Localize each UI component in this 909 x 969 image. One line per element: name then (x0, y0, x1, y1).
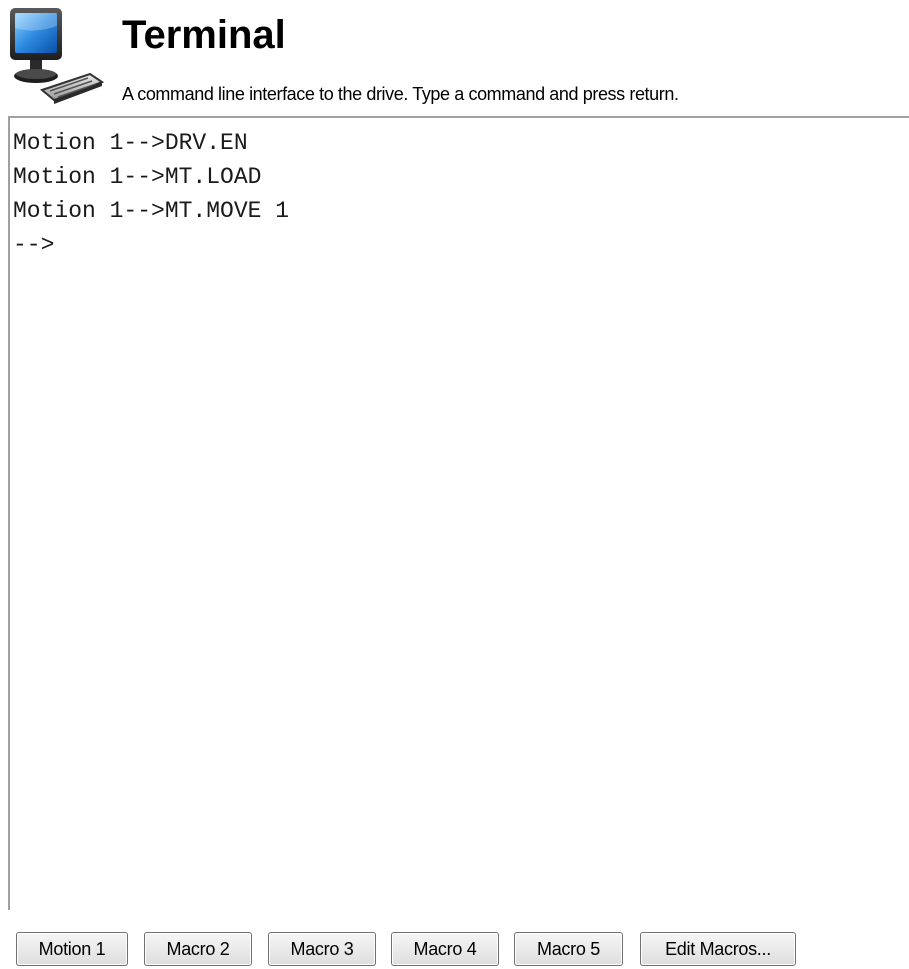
edit-macros-button[interactable]: Edit Macros... (640, 932, 796, 966)
motion-1-button[interactable]: Motion 1 (16, 932, 128, 966)
terminal-prompt[interactable]: --> (13, 228, 909, 262)
terminal-line: Motion 1-->MT.MOVE 1 (13, 198, 290, 224)
terminal-output[interactable]: Motion 1-->DRV.EN Motion 1-->MT.LOAD Mot… (8, 116, 909, 910)
macro-2-button[interactable]: Macro 2 (144, 932, 252, 966)
terminal-computer-icon (10, 8, 105, 104)
terminal-line: Motion 1-->DRV.EN (13, 130, 248, 156)
header: Terminal A command line interface to the… (0, 0, 909, 116)
page-title: Terminal (122, 13, 286, 57)
macro-5-button[interactable]: Macro 5 (514, 932, 623, 966)
page-subtitle: A command line interface to the drive. T… (122, 84, 679, 104)
macro-button-bar: Motion 1 Macro 2 Macro 3 Macro 4 Macro 5… (0, 910, 909, 969)
terminal-line: Motion 1-->MT.LOAD (13, 164, 262, 190)
macro-3-button[interactable]: Macro 3 (268, 932, 376, 966)
macro-4-button[interactable]: Macro 4 (391, 932, 499, 966)
